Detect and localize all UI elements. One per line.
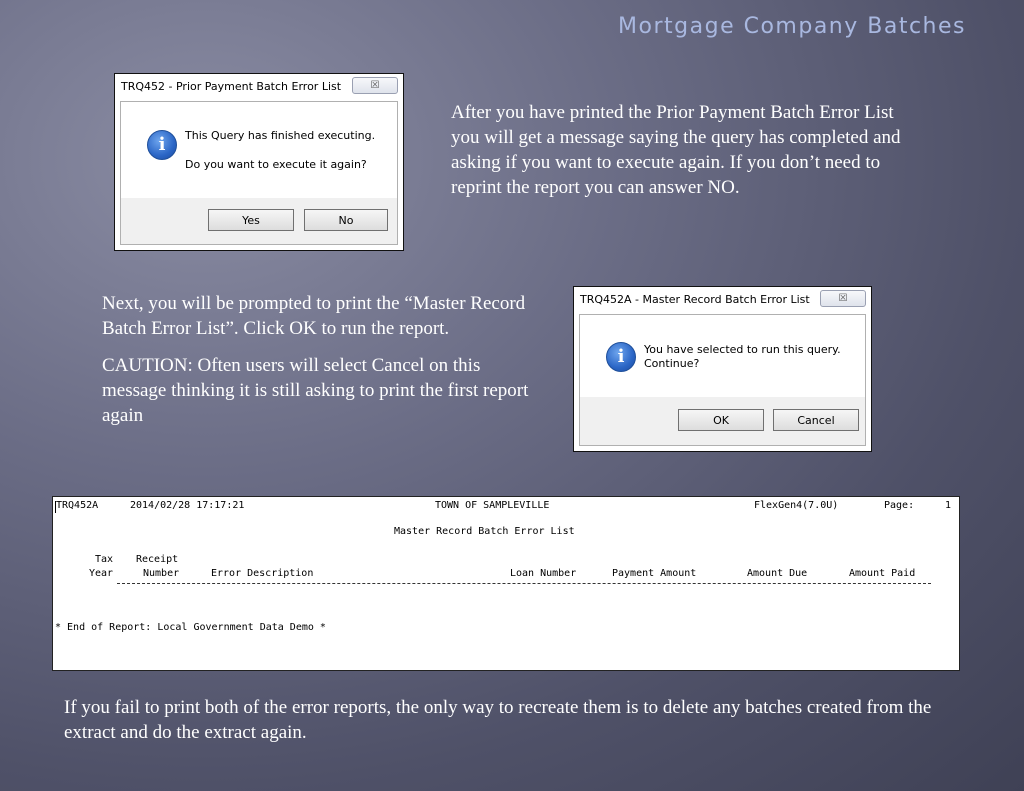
dialog-body: i You have selected to run this query. C… — [579, 314, 866, 446]
dialog-body: i This Query has finished executing. Do … — [120, 101, 398, 245]
dialog-titlebar: TRQ452 - Prior Payment Batch Error List … — [115, 74, 403, 100]
caution-text: CAUTION: Often users will select Cancel … — [102, 355, 529, 426]
intro-paragraph: After you have printed the Prior Payment… — [451, 100, 921, 212]
header-loan-number: Loan Number — [510, 568, 577, 579]
report-output: TRQ452A 2014/02/28 17:17:21 TOWN OF SAMP… — [52, 496, 960, 671]
dialog-button-bar: Yes No — [121, 198, 397, 244]
cancel-button[interactable]: Cancel — [773, 409, 859, 431]
report-title: Master Record Batch Error List — [394, 526, 575, 537]
header-number: Number — [143, 568, 180, 579]
master-record-dialog: TRQ452A - Master Record Batch Error List… — [573, 286, 872, 452]
header-amount-paid: Amount Paid — [849, 568, 916, 579]
yes-button[interactable]: Yes — [208, 209, 294, 231]
header-tax: Tax — [95, 554, 114, 565]
dialog-titlebar: TRQ452A - Master Record Batch Error List… — [574, 287, 871, 313]
footer-text: If you fail to print both of the error r… — [64, 697, 932, 743]
dialog-button-bar: OK Cancel — [580, 397, 865, 445]
dialog-message-line1: You have selected to run this query. — [644, 343, 841, 356]
intro-text: After you have printed the Prior Payment… — [451, 102, 901, 198]
header-year: Year — [89, 568, 114, 579]
header-error-description: Error Description — [211, 568, 314, 579]
report-org: TOWN OF SAMPLEVILLE — [435, 500, 550, 511]
dialog-message-line2: Continue? — [644, 357, 700, 370]
prior-payment-dialog: TRQ452 - Prior Payment Batch Error List … — [114, 73, 404, 251]
report-page-label: Page: — [884, 500, 915, 511]
dialog-title: TRQ452 - Prior Payment Batch Error List — [121, 80, 342, 93]
close-icon[interactable]: ☒ — [820, 290, 866, 307]
report-end-line: * End of Report: Local Government Data D… — [55, 622, 326, 633]
header-receipt: Receipt — [136, 554, 179, 565]
footer-paragraph: If you fail to print both of the error r… — [64, 695, 964, 757]
dialog-message-line2: Do you want to execute it again? — [185, 158, 367, 171]
info-icon: i — [147, 130, 177, 160]
prompt-text: Next, you will be prompted to print the … — [102, 293, 526, 339]
report-version: FlexGen4(7.0U) — [754, 500, 839, 511]
info-icon: i — [606, 342, 636, 372]
report-datetime: 2014/02/28 17:17:21 — [130, 500, 245, 511]
no-button[interactable]: No — [304, 209, 388, 231]
report-id: TRQ452A — [56, 500, 99, 511]
header-payment-amount: Payment Amount — [612, 568, 697, 579]
prompt-paragraphs: Next, you will be prompted to print the … — [102, 291, 532, 440]
slide-title: Mortgage Company Batches — [618, 14, 966, 39]
ok-button[interactable]: OK — [678, 409, 764, 431]
close-icon[interactable]: ☒ — [352, 77, 398, 94]
dialog-message-line1: This Query has finished executing. — [185, 129, 376, 142]
header-amount-due: Amount Due — [747, 568, 808, 579]
dialog-title: TRQ452A - Master Record Batch Error List — [580, 293, 810, 306]
header-divider — [117, 583, 931, 584]
report-page-number: 1 — [945, 500, 952, 511]
